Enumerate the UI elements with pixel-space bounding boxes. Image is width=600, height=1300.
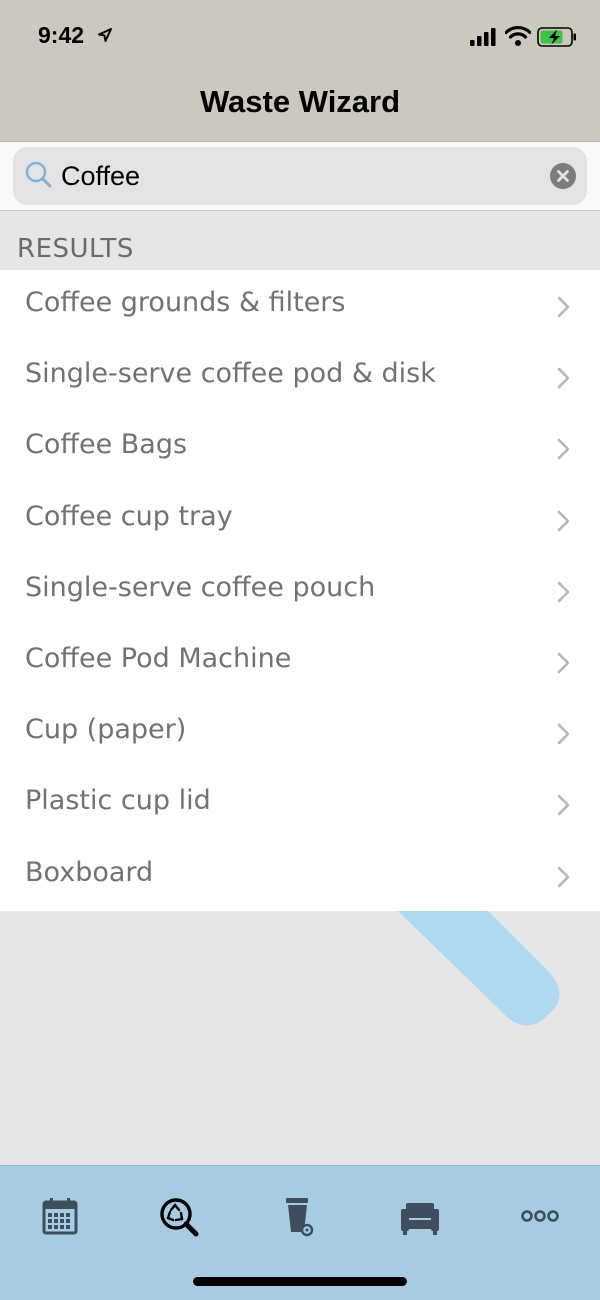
list-item-label: Single-serve coffee pouch [25, 571, 376, 603]
status-time: 9:42 [38, 22, 85, 48]
list-item-label: Boxboard [25, 856, 154, 888]
results-header: RESULTS [17, 234, 134, 264]
list-item[interactable]: Coffee grounds & filters [0, 270, 600, 341]
calendar-icon [30, 1198, 90, 1248]
list-item-label: Cup (paper) [25, 714, 187, 746]
search-field[interactable] [13, 147, 587, 205]
chevron-right-icon [557, 510, 571, 536]
list-item[interactable]: Coffee Bags [0, 412, 600, 483]
list-item[interactable]: Coffee Pod Machine [0, 626, 600, 697]
tab-more[interactable] [510, 1194, 570, 1244]
more-icon [510, 1210, 570, 1248]
home-indicator[interactable] [193, 1277, 407, 1286]
chevron-right-icon [557, 794, 571, 820]
tab-waste-wizard[interactable] [150, 1194, 210, 1244]
tab-bulky-items[interactable] [390, 1194, 450, 1244]
list-item[interactable]: Single-serve coffee pod & disk [0, 341, 600, 412]
background-decoration [0, 911, 600, 1166]
list-item-label: Coffee Bags [25, 429, 188, 461]
location-arrow-icon [97, 27, 113, 47]
list-item-label: Coffee Pod Machine [25, 642, 292, 674]
search-icon [25, 161, 53, 193]
chevron-right-icon [557, 296, 571, 322]
list-item[interactable]: Coffee cup tray [0, 484, 600, 555]
tab-calendar[interactable] [30, 1194, 90, 1244]
chevron-right-icon [557, 438, 571, 464]
wifi-icon [504, 25, 532, 51]
battery-charging-icon [537, 27, 577, 51]
clear-icon[interactable] [550, 163, 576, 193]
chevron-right-icon [557, 723, 571, 749]
couch-icon [390, 1203, 450, 1248]
chevron-right-icon [557, 581, 571, 607]
results-list: Coffee grounds & filters Single-serve co… [0, 270, 600, 911]
list-item[interactable]: Boxboard [0, 840, 600, 911]
list-item[interactable]: Single-serve coffee pouch [0, 555, 600, 626]
recycle-search-icon [150, 1198, 210, 1248]
chevron-right-icon [557, 367, 571, 393]
list-item-label: Coffee cup tray [25, 500, 233, 532]
chevron-right-icon [557, 652, 571, 678]
list-item-label: Single-serve coffee pod & disk [25, 358, 436, 390]
page-title: Waste Wizard [199, 84, 401, 119]
navigation-bar: 9:42 Waste Wizard [0, 0, 600, 142]
search-bar [0, 142, 600, 211]
cellular-signal-icon [470, 28, 496, 50]
list-item[interactable]: Plastic cup lid [0, 768, 600, 839]
list-item-label: Plastic cup lid [25, 785, 211, 817]
tab-bin-schedule[interactable] [270, 1194, 330, 1244]
list-item-label: Coffee grounds & filters [25, 287, 346, 318]
chevron-right-icon [557, 866, 571, 892]
list-item[interactable]: Cup (paper) [0, 697, 600, 768]
bin-icon [270, 1198, 330, 1248]
search-input[interactable] [61, 151, 531, 201]
